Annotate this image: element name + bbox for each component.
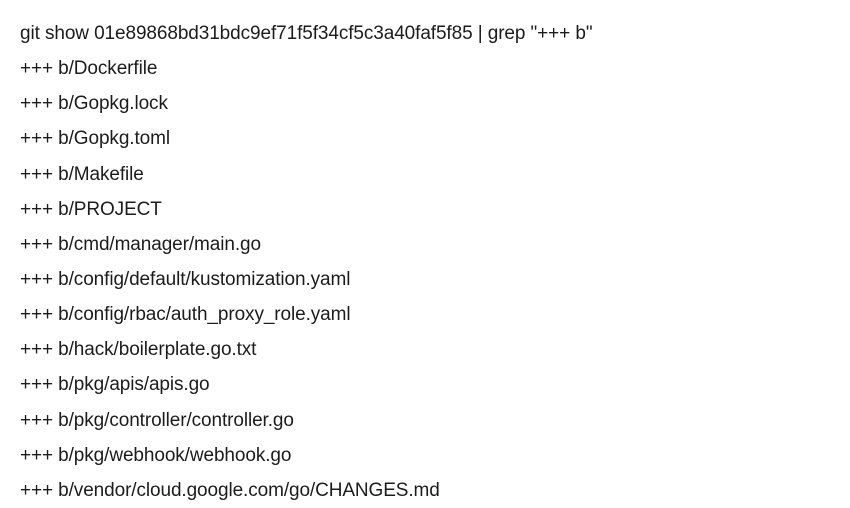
output-line: +++ b/cmd/manager/main.go — [20, 227, 830, 262]
output-line: +++ b/hack/boilerplate.go.txt — [20, 332, 830, 367]
output-line: +++ b/pkg/controller/controller.go — [20, 403, 830, 438]
output-line: +++ b/PROJECT — [20, 192, 830, 227]
output-line: +++ b/config/default/kustomization.yaml — [20, 262, 830, 297]
output-line: +++ b/Gopkg.lock — [20, 86, 830, 121]
output-line: +++ b/pkg/apis/apis.go — [20, 367, 830, 402]
command-line: git show 01e89868bd31bdc9ef71f5f34cf5c3a… — [20, 16, 830, 51]
output-line: +++ b/pkg/webhook/webhook.go — [20, 438, 830, 473]
output-line: +++ b/Gopkg.toml — [20, 121, 830, 156]
output-line: +++ b/Makefile — [20, 157, 830, 192]
output-line: +++ b/config/rbac/auth_proxy_role.yaml — [20, 297, 830, 332]
output-line: +++ b/Dockerfile — [20, 51, 830, 86]
